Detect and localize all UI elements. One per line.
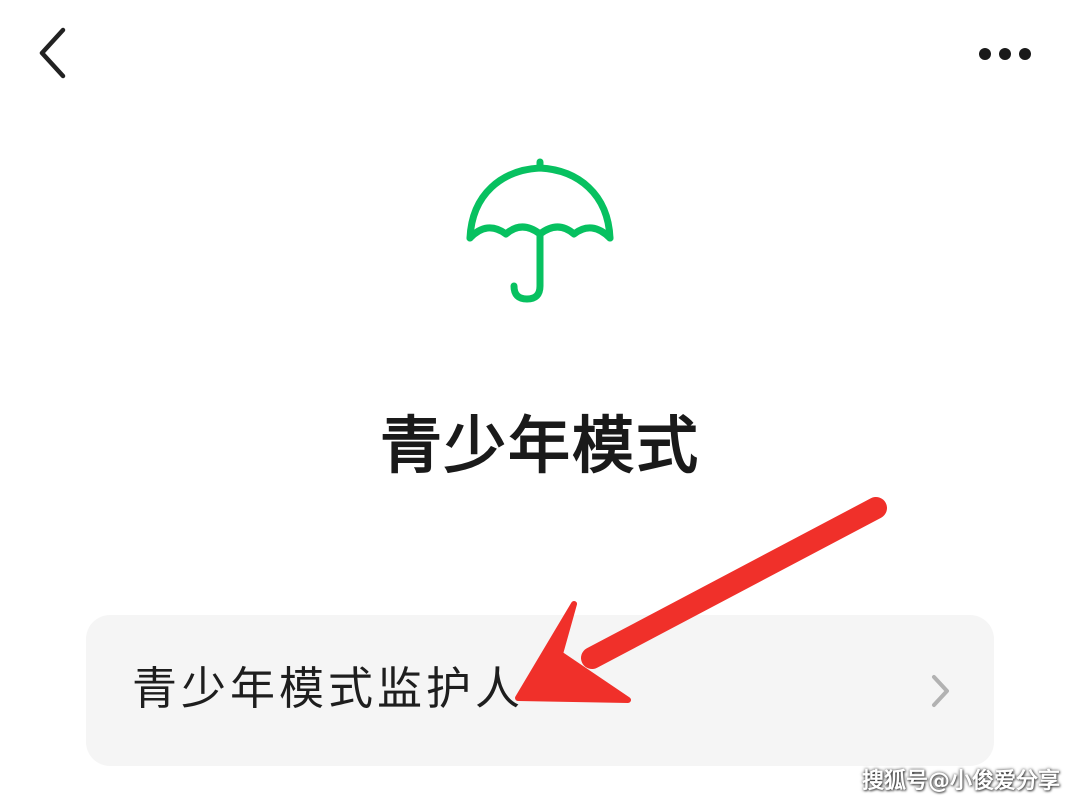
teen-mode-guardian-label: 青少年模式监护人 bbox=[132, 662, 525, 715]
back-button[interactable] bbox=[30, 22, 78, 84]
page-title: 青少年模式 bbox=[379, 409, 700, 482]
teen-mode-guardian-item[interactable]: 青少年模式监护人 bbox=[86, 615, 994, 766]
umbrella-icon bbox=[462, 156, 622, 312]
chevron-left-icon bbox=[39, 27, 66, 79]
more-options-button[interactable] bbox=[970, 34, 1040, 74]
more-horizontal-icon bbox=[979, 48, 1031, 60]
watermark-text: 搜狐号@小俊爱分享 bbox=[862, 769, 1061, 794]
chevron-right-icon bbox=[932, 675, 949, 707]
teen-mode-screen: 青少年模式 青少年模式监护人 搜狐号@小俊爱分享 bbox=[0, 0, 1080, 807]
